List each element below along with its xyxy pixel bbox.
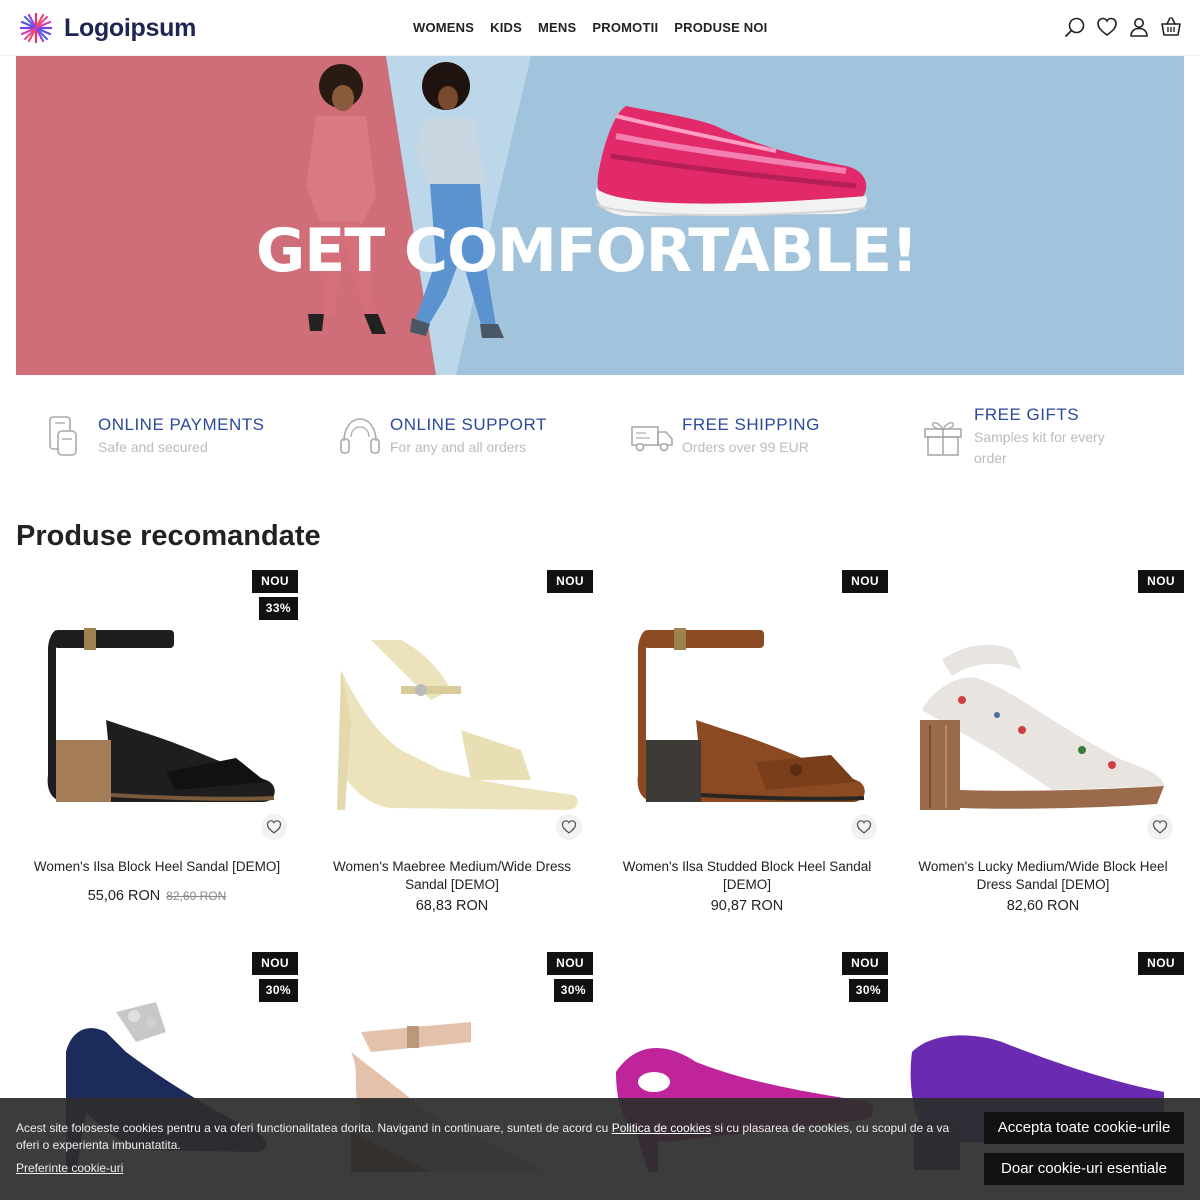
product-image[interactable] [311,590,593,830]
wishlist-button[interactable] [851,814,877,840]
feature-subtitle: Samples kit for every order [974,429,1105,466]
product-price: 68,83 RON [311,898,593,914]
feature-title: FREE GIFTS [974,405,1080,424]
product-name[interactable]: Women's Maebree Medium/Wide Dress Sandal… [311,858,593,894]
discount-badge: 33% [258,597,298,620]
product-name[interactable]: Women's Ilsa Block Heel Sandal [DEMO] [16,858,298,876]
product-price: 55,06 RON 82,60 RON [16,888,298,904]
product-image[interactable] [606,590,888,830]
product-price: 90,87 RON [606,898,888,914]
new-badge: NOU [1138,570,1184,593]
user-icon[interactable] [1128,16,1150,38]
feature-title: ONLINE SUPPORT [390,415,547,434]
current-price: 68,83 RON [415,898,489,914]
site-header: Logoipsum WOMENS KIDS MENS PROMOTII PROD… [0,0,1200,56]
product-price: 82,60 RON [902,898,1184,914]
new-badge: NOU [547,570,593,593]
gift-icon [922,413,966,459]
nav-womens[interactable]: WOMENS [405,20,482,35]
product-name[interactable]: Women's Ilsa Studded Block Heel Sandal [… [606,858,888,894]
heart-icon [1152,820,1168,834]
new-badge: NOU [1138,952,1184,975]
section-title: Produse recomandate [16,520,321,552]
feature-subtitle: For any and all orders [390,439,527,455]
heart-icon [266,820,282,834]
main-nav: WOMENS KIDS MENS PROMOTII PRODUSE NOI [405,20,775,35]
discount-badge: 30% [848,979,888,1002]
new-badge: NOU [842,952,888,975]
feature-subtitle: Safe and secured [98,439,208,455]
heart-icon [856,820,872,834]
current-price: 55,06 RON [87,888,161,904]
logo[interactable]: Logoipsum [18,12,196,44]
card-payment-icon [46,413,90,459]
nav-promotii[interactable]: PROMOTII [584,20,666,35]
wishlist-button[interactable] [556,814,582,840]
accept-all-cookies-button[interactable]: Accepta toate cookie-urile [984,1112,1184,1144]
nav-produse-noi[interactable]: PRODUSE NOI [666,20,775,35]
logo-text: Logoipsum [64,13,197,42]
product-name[interactable]: Women's Lucky Medium/Wide Block Heel Dre… [902,858,1184,894]
cookie-message: Acest site foloseste cookies pentru a va… [16,1120,966,1154]
cookie-banner: Acest site foloseste cookies pentru a va… [0,1098,1200,1200]
nav-kids[interactable]: KIDS [482,20,530,35]
feature-title: ONLINE PAYMENTS [98,415,265,434]
essential-cookies-button[interactable]: Doar cookie-uri esentiale [984,1153,1184,1185]
wishlist-button[interactable] [1147,814,1173,840]
product-image[interactable] [902,590,1184,830]
current-price: 82,60 RON [1006,898,1080,914]
heart-icon[interactable] [1096,16,1118,38]
new-badge: NOU [842,570,888,593]
nav-mens[interactable]: MENS [530,20,584,35]
search-icon[interactable] [1064,16,1086,38]
hero-title: GET COMFORTABLE! [256,216,918,286]
cookie-preferences-link[interactable]: Preferinte cookie-uri [16,1161,123,1175]
discount-badge: 30% [258,979,298,1002]
new-badge: NOU [252,952,298,975]
features-strip: ONLINE PAYMENTS Safe and secured ONLINE … [0,395,1200,485]
headset-icon [338,413,382,459]
new-badge: NOU [252,570,298,593]
feature-subtitle: Orders over 99 EUR [682,439,809,455]
cookie-policy-link[interactable]: Politica de cookies [612,1121,711,1135]
wishlist-button[interactable] [261,814,287,840]
truck-icon [630,413,674,459]
product-image[interactable] [16,590,298,830]
discount-badge: 30% [553,979,593,1002]
basket-icon[interactable] [1160,16,1182,38]
cookie-text-before: Acest site foloseste cookies pentru a va… [16,1121,612,1135]
feature-title: FREE SHIPPING [682,415,820,434]
new-badge: NOU [547,952,593,975]
old-price: 82,60 RON [166,889,227,903]
current-price: 90,87 RON [710,898,784,914]
logo-mark-icon [18,12,54,44]
heart-icon [561,820,577,834]
header-actions [1064,16,1182,38]
hero-banner[interactable]: GET COMFORTABLE! [16,56,1184,375]
